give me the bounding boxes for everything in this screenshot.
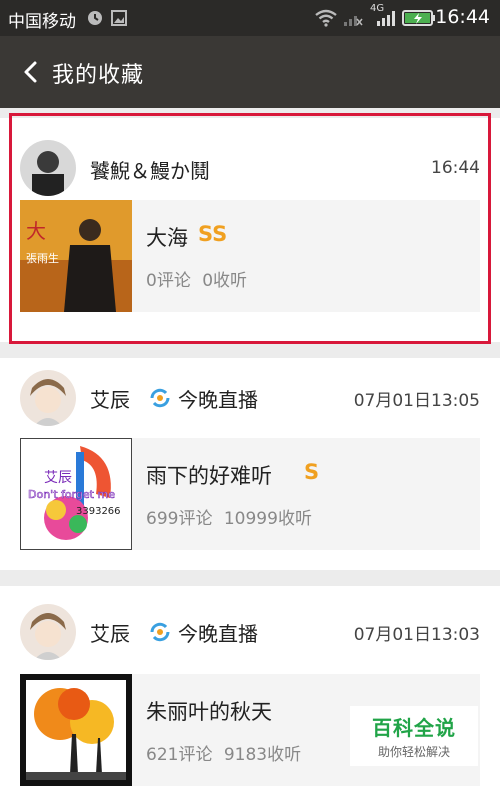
- album-cover: [20, 674, 132, 786]
- quality-badge: SS: [198, 222, 228, 246]
- song-title[interactable]: 雨下的好难听: [146, 460, 272, 490]
- title-bar: 我的收藏: [0, 36, 500, 108]
- comment-count: 0评论: [146, 271, 191, 291]
- listen-count: 9183收听: [223, 745, 302, 765]
- avatar[interactable]: [20, 604, 76, 660]
- listen-count: 10999收听: [223, 509, 312, 529]
- song-card[interactable]: 大 張雨生 大海 SS 0评论 0收听: [20, 200, 480, 312]
- back-arrow-icon[interactable]: [18, 58, 46, 86]
- song-card[interactable]: 艾辰 Don't forget me 3393266 雨下的好难听 S 699评…: [20, 438, 480, 550]
- watermark: 百科全说 助你轻松解决: [350, 706, 478, 766]
- song-stats: 621评论 9183收听: [146, 740, 301, 765]
- favorites-list[interactable]: 饕鯢＆鰻か鬩 16:44 大 張雨生 大海 SS 0评论 0收听 艾辰 今晚直播…: [0, 108, 500, 790]
- carrier-label: 中国移动: [8, 12, 76, 32]
- page-title: 我的收藏: [52, 63, 145, 88]
- song-title[interactable]: 朱丽叶的秋天: [146, 696, 272, 726]
- list-item[interactable]: 艾辰 今晚直播 07月01日13:05 艾辰 Don't forget me 3…: [0, 358, 500, 570]
- song-stats: 0评论 0收听: [146, 266, 247, 291]
- timestamp: 07月01日13:05: [353, 391, 480, 411]
- cover-text-number: 3393266: [76, 506, 121, 517]
- live-tag: 今晚直播: [178, 388, 258, 412]
- comment-count: 699评论: [146, 509, 213, 529]
- timestamp: 16:44: [431, 158, 480, 178]
- watermark-subtitle: 助你轻松解决: [377, 745, 450, 759]
- live-tag-icon: [150, 622, 170, 642]
- watermark-title: 百科全说: [372, 716, 456, 740]
- live-tag-icon: [150, 388, 170, 408]
- clock: 16:44: [435, 6, 490, 28]
- username[interactable]: 艾辰: [90, 618, 130, 647]
- wifi-icon: [315, 9, 337, 27]
- cover-text-name: 艾辰: [44, 470, 72, 486]
- timestamp: 07月01日13:03: [353, 625, 480, 645]
- username[interactable]: 饕鯢＆鰻か鬩: [90, 155, 210, 184]
- alarm-icon: [88, 11, 102, 25]
- status-bar: 中国移动 4G 16:44: [0, 0, 500, 36]
- list-item[interactable]: 饕鯢＆鰻か鬩 16:44 大 張雨生 大海 SS 0评论 0收听: [0, 118, 500, 342]
- avatar[interactable]: [20, 370, 76, 426]
- cover-artist-text: 張雨生: [26, 251, 59, 265]
- image-icon: [111, 10, 127, 26]
- cover-text-slogan: Don't forget me: [28, 488, 115, 501]
- comment-count: 621评论: [146, 745, 213, 765]
- listen-count: 0收听: [202, 271, 248, 291]
- username[interactable]: 艾辰: [90, 384, 130, 413]
- live-tag: 今晚直播: [178, 622, 258, 646]
- signal-off-icon: [344, 16, 363, 26]
- song-stats: 699评论 10999收听: [146, 504, 312, 529]
- album-cover: 艾辰 Don't forget me 3393266: [20, 438, 132, 550]
- signal-icon: [377, 11, 395, 26]
- quality-badge: S: [304, 460, 320, 484]
- avatar[interactable]: [20, 140, 76, 196]
- svg-text:大: 大: [26, 219, 46, 243]
- battery-charging-icon: [402, 10, 435, 26]
- song-title[interactable]: 大海: [146, 222, 188, 252]
- album-cover: 大 張雨生: [20, 200, 132, 312]
